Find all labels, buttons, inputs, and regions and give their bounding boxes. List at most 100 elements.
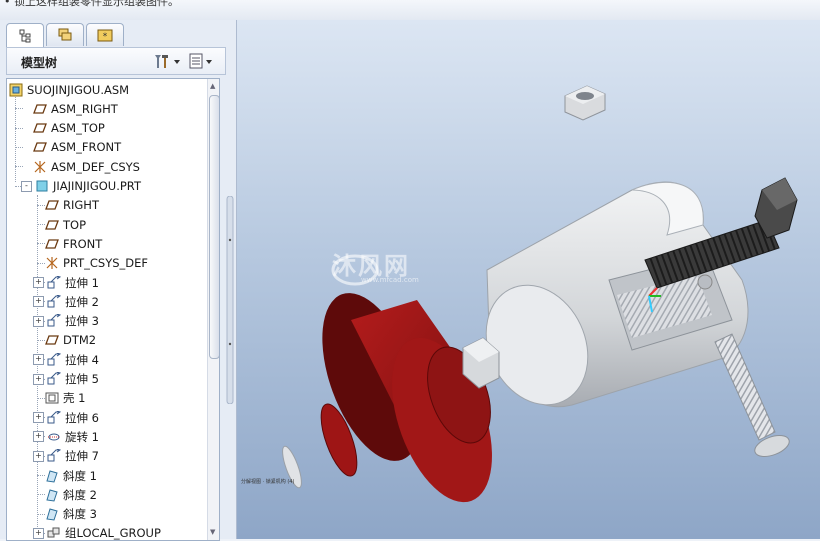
expand-icon[interactable]: + xyxy=(33,450,44,462)
model-tree-tab[interactable] xyxy=(6,23,44,48)
tree-item[interactable]: ASM_TOP xyxy=(21,119,217,138)
tree-item-label: SUOJINJIGOU.ASM xyxy=(27,82,130,97)
tree-item-label: TOP xyxy=(63,217,87,232)
tree-item[interactable]: TOP xyxy=(33,215,219,234)
extrude-icon xyxy=(47,314,61,328)
tree-item-label: ASM_DEF_CSYS xyxy=(51,159,140,174)
top-hex-nut xyxy=(564,85,606,121)
tree-item-label: 斜度 3 xyxy=(63,507,97,522)
tree-item[interactable]: + 拉伸 5 xyxy=(33,370,219,389)
tree-item[interactable]: + 拉伸 4 xyxy=(33,350,219,369)
model-tree-header: 模型树 xyxy=(6,47,226,75)
extrude-icon xyxy=(47,449,61,463)
expand-icon[interactable]: + xyxy=(33,296,44,308)
expand-icon[interactable]: + xyxy=(33,412,44,424)
tree-item-label: JIAJINJIGOU.PRT xyxy=(53,179,141,193)
tree-item[interactable]: + 拉伸 2 xyxy=(33,292,219,311)
model-tree-icon xyxy=(19,29,31,43)
svg-text:*: * xyxy=(103,32,108,42)
tree-item-label: 拉伸 2 xyxy=(65,294,99,309)
tree-item-label: RIGHT xyxy=(63,198,99,213)
watermark-url: www.mfcad.com xyxy=(361,276,419,284)
datum-plane-icon xyxy=(33,140,47,154)
extrude-icon xyxy=(47,294,61,309)
tree-item-label: DTM2 xyxy=(63,333,97,348)
graphics-viewport[interactable]: 沐风网 www.mfcad.com 分解视图 · 锁紧机构 (4) xyxy=(237,20,820,539)
tree-item[interactable]: + 拉伸 6 xyxy=(33,408,219,427)
tree-item[interactable]: 斜度 1 xyxy=(33,466,219,485)
csys-icon xyxy=(33,160,47,174)
clamp-body xyxy=(485,181,749,408)
chevron-down-icon xyxy=(174,60,180,64)
expand-icon[interactable]: + xyxy=(33,277,44,288)
draft-icon xyxy=(45,469,59,483)
tree-item[interactable]: 斜度 2 xyxy=(33,485,219,504)
collapse-icon[interactable]: - xyxy=(21,180,32,192)
expand-icon[interactable]: + xyxy=(33,373,44,385)
tree-item[interactable]: + 拉伸 1 xyxy=(33,273,219,292)
datum-plane-icon xyxy=(45,237,59,251)
tree-item-label: 拉伸 5 xyxy=(65,372,99,386)
expand-icon[interactable]: + xyxy=(33,431,44,443)
assembly-icon xyxy=(9,83,23,97)
datum-plane-icon xyxy=(33,102,47,116)
tree-item-label: 壳 1 xyxy=(63,391,86,406)
tree-item[interactable]: SUOJINJIGOU.ASM xyxy=(9,80,205,99)
tree-item[interactable]: + 组LOCAL_GROUP xyxy=(33,524,219,540)
part-icon xyxy=(35,179,49,193)
tree-item-label: 拉伸 7 xyxy=(65,449,99,464)
settings-menu-button[interactable] xyxy=(151,52,181,70)
tree-item-label: 拉伸 1 xyxy=(65,275,99,290)
red-knob xyxy=(322,293,492,503)
tree-item[interactable]: 斜度 3 xyxy=(33,505,219,524)
threaded-pin xyxy=(714,333,790,457)
draft-icon xyxy=(45,488,59,502)
datum-plane-icon xyxy=(45,333,59,347)
model-tree[interactable]: ▲ ▼ SUOJINJIGOU.ASM ASM_RIGHT ASM_TOP ASM_F… xyxy=(6,78,220,541)
draft-icon xyxy=(45,507,59,521)
tree-item-label: 斜度 1 xyxy=(63,468,97,483)
expand-icon[interactable]: + xyxy=(33,315,44,327)
tree-item[interactable]: ASM_RIGHT xyxy=(21,99,217,118)
expand-icon[interactable]: + xyxy=(33,527,44,539)
tree-item[interactable]: + 拉伸 7 xyxy=(33,447,219,466)
group-icon xyxy=(47,526,61,540)
datum-plane-icon xyxy=(45,218,59,232)
tree-item[interactable]: PRT_CSYS_DEF xyxy=(33,254,219,273)
revolve-icon xyxy=(47,430,61,444)
tree-item[interactable]: ASM_FRONT xyxy=(21,138,217,157)
extrude-icon xyxy=(47,410,61,425)
left-panel: * 模型树 ▲ ▼ SUOJINJIGOU.ASM ASM_RIGHT ASM_TO… xyxy=(0,20,237,541)
tree-item[interactable]: DTM2 xyxy=(33,331,219,350)
scroll-up-arrow-icon[interactable]: ▲ xyxy=(210,82,215,90)
tree-item[interactable]: RIGHT xyxy=(33,196,219,215)
tree-item-label: 拉伸 4 xyxy=(65,352,99,367)
top-info-text: • 锁上这样组装零件显示组装图件。 xyxy=(4,0,179,8)
panel-splitter[interactable] xyxy=(226,196,234,404)
favorites-tab[interactable]: * xyxy=(86,23,124,46)
tree-item-label: ASM_TOP xyxy=(51,121,105,136)
model-tree-title: 模型树 xyxy=(21,56,58,70)
tree-item[interactable]: + 拉伸 3 xyxy=(33,312,219,331)
exploded-assembly-view xyxy=(282,85,798,503)
tree-item[interactable]: FRONT xyxy=(33,234,219,253)
datum-plane-icon xyxy=(45,198,59,212)
view-status-note: 分解视图 · 锁紧机构 (4) xyxy=(241,479,295,485)
tree-item[interactable]: + 旋转 1 xyxy=(33,427,219,446)
show-menu-button[interactable] xyxy=(187,52,213,70)
layers-tab[interactable] xyxy=(46,23,84,46)
expand-icon[interactable]: + xyxy=(33,354,44,366)
tree-item-label: 旋转 1 xyxy=(65,429,99,444)
tree-item-label: FRONT xyxy=(63,236,103,251)
tree-item[interactable]: - JIAJINJIGOU.PRT xyxy=(21,177,217,196)
tree-item[interactable]: 壳 1 xyxy=(33,389,219,408)
extrude-icon xyxy=(47,275,61,290)
datum-plane-icon xyxy=(33,121,47,135)
tree-item-label: 拉伸 6 xyxy=(65,410,99,425)
favorites-folder-icon: * xyxy=(97,29,113,42)
tree-item-label: ASM_FRONT xyxy=(51,140,122,155)
tree-item[interactable]: ASM_DEF_CSYS xyxy=(21,157,217,176)
settings-tools-icon xyxy=(155,55,168,68)
extrude-icon xyxy=(47,352,61,367)
layers-icon xyxy=(58,28,72,41)
